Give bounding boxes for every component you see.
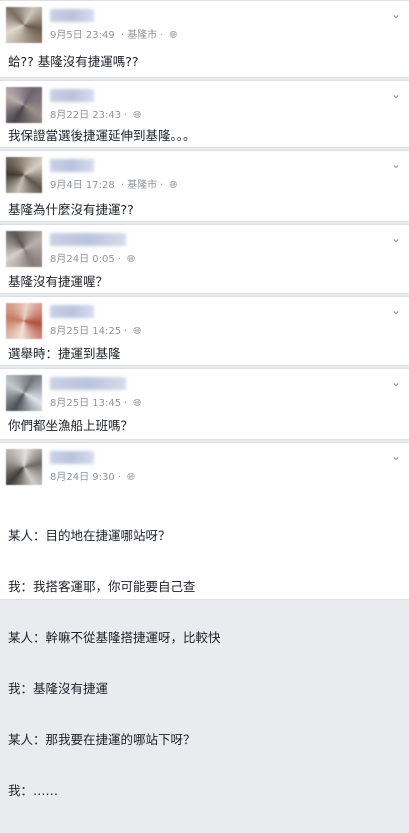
post: 8月24日 9:30 · 🌐︎ ⌄ 某人：目的地在捷運哪站呀？ 我：我搭客運耶，你可…	[0, 442, 409, 798]
post-date[interactable]: 8月24日	[50, 254, 89, 265]
post: 8月24日 0:05 · 🌐︎ ⌄ 基隆沒有捷運喔？	[0, 224, 409, 294]
chevron-down-icon[interactable]: ⌄	[391, 449, 401, 463]
author-name[interactable]	[50, 9, 94, 22]
post-meta: 9月4日 17:28 · 基隆市 · 🌐︎	[50, 176, 177, 191]
post-time[interactable]: 9:30	[92, 472, 114, 483]
post-text: 我保證當選後捷運延伸到基隆。。。	[8, 128, 196, 143]
avatar[interactable]	[6, 303, 42, 339]
post-date[interactable]: 8月24日	[50, 472, 89, 483]
chevron-down-icon[interactable]: ⌄	[391, 157, 401, 171]
meta-separator: ·	[124, 110, 128, 121]
post-date[interactable]: 8月25日	[50, 326, 89, 337]
post-date[interactable]: 9月5日	[50, 30, 83, 41]
post-text: 基隆為什麼沒有捷運??	[8, 202, 134, 217]
globe-icon: 🌐︎	[169, 30, 178, 41]
chevron-down-icon[interactable]: ⌄	[391, 7, 401, 21]
post-time[interactable]: 17:28	[86, 180, 115, 191]
post-location[interactable]: 基隆市	[127, 30, 157, 41]
globe-icon: 🌐︎	[133, 398, 142, 409]
post-date[interactable]: 8月25日	[50, 398, 89, 409]
author-name[interactable]	[50, 159, 94, 172]
chevron-down-icon[interactable]: ⌄	[391, 375, 401, 389]
globe-icon: 🌐︎	[133, 110, 142, 121]
globe-icon: 🌐︎	[126, 254, 135, 265]
meta-separator: ·	[124, 326, 128, 337]
post-date[interactable]: 8月22日	[50, 110, 89, 121]
dialogue-line: 某人：目的地在捷運哪站呀？	[8, 528, 171, 543]
chevron-down-icon[interactable]: ⌄	[391, 87, 401, 101]
avatar[interactable]	[6, 449, 42, 485]
dialogue-line: 某人：那我要在捷運的哪站下呀？	[8, 732, 196, 747]
author-name[interactable]	[50, 377, 126, 390]
avatar[interactable]	[6, 157, 42, 193]
meta-separator: ·	[120, 180, 125, 191]
avatar[interactable]	[6, 231, 42, 267]
meta-separator: ·	[117, 254, 121, 265]
post-meta: 8月25日 13:45 · 🌐︎	[50, 394, 141, 409]
author-name[interactable]	[50, 451, 94, 464]
post-meta: 8月25日 14:25 · 🌐︎	[50, 322, 141, 337]
post-text: 蛤?? 基隆沒有捷運嗎??	[8, 54, 139, 69]
globe-icon: 🌐︎	[169, 180, 178, 191]
post-text: 你們都坐漁船上班嗎？	[8, 418, 134, 433]
avatar[interactable]	[6, 7, 42, 43]
globe-icon: 🌐︎	[133, 326, 142, 337]
meta-separator: ·	[124, 398, 128, 409]
author-name[interactable]	[50, 233, 126, 246]
post-meta: 9月5日 23:49 · 基隆市 · 🌐︎	[50, 26, 177, 41]
post-text: 某人：目的地在捷運哪站呀？ 我：我搭客運耶，你可能要自己查 某人：幹嘛不從基隆搭…	[8, 493, 221, 833]
post-text: 基隆沒有捷運喔？	[8, 274, 109, 289]
post-text: 選舉時：捷運到基隆	[8, 346, 121, 361]
dialogue-line: 我：基隆沒有捷運	[8, 681, 109, 696]
chevron-down-icon[interactable]: ⌄	[391, 231, 401, 245]
avatar[interactable]	[6, 87, 42, 123]
dialogue-line: 我：我搭客運耶，你可能要自己查	[8, 579, 196, 594]
post: 8月22日 23:43 · 🌐︎ ⌄ 我保證當選後捷運延伸到基隆。。。	[0, 80, 409, 148]
post: 8月25日 14:25 · 🌐︎ ⌄ 選舉時：捷運到基隆	[0, 296, 409, 366]
post-time[interactable]: 13:45	[92, 398, 121, 409]
author-name[interactable]	[50, 305, 94, 318]
post-time[interactable]: 0:05	[92, 254, 114, 265]
dialogue-line: 某人：幹嘛不從基隆搭捷運呀，比較快	[8, 630, 221, 645]
post-meta: 8月24日 0:05 · 🌐︎	[50, 250, 135, 265]
meta-separator: ·	[160, 180, 164, 191]
avatar[interactable]	[6, 375, 42, 411]
globe-icon: 🌐︎	[126, 472, 135, 483]
post-time[interactable]: 14:25	[92, 326, 121, 337]
post-date[interactable]: 9月4日	[50, 180, 83, 191]
post: 8月25日 13:45 · 🌐︎ ⌄ 你們都坐漁船上班嗎？	[0, 368, 409, 440]
meta-separator: ·	[160, 30, 164, 41]
post-meta: 8月22日 23:43 · 🌐︎	[50, 106, 141, 121]
post-meta: 8月24日 9:30 · 🌐︎	[50, 468, 135, 483]
meta-separator: ·	[117, 472, 121, 483]
dialogue-line: 我：……	[8, 783, 59, 798]
post-location[interactable]: 基隆市	[127, 180, 157, 191]
feed: 9月5日 23:49 · 基隆市 · 🌐︎ ⌄ 蛤?? 基隆沒有捷運嗎?? 8月22日…	[0, 0, 409, 798]
meta-separator: ·	[120, 30, 125, 41]
post-time[interactable]: 23:49	[86, 30, 115, 41]
post-time[interactable]: 23:43	[92, 110, 121, 121]
post: 9月5日 23:49 · 基隆市 · 🌐︎ ⌄ 蛤?? 基隆沒有捷運嗎??	[0, 0, 409, 78]
post: 9月4日 17:28 · 基隆市 · 🌐︎ ⌄ 基隆為什麼沒有捷運??	[0, 150, 409, 222]
author-name[interactable]	[50, 89, 94, 102]
chevron-down-icon[interactable]: ⌄	[391, 303, 401, 317]
